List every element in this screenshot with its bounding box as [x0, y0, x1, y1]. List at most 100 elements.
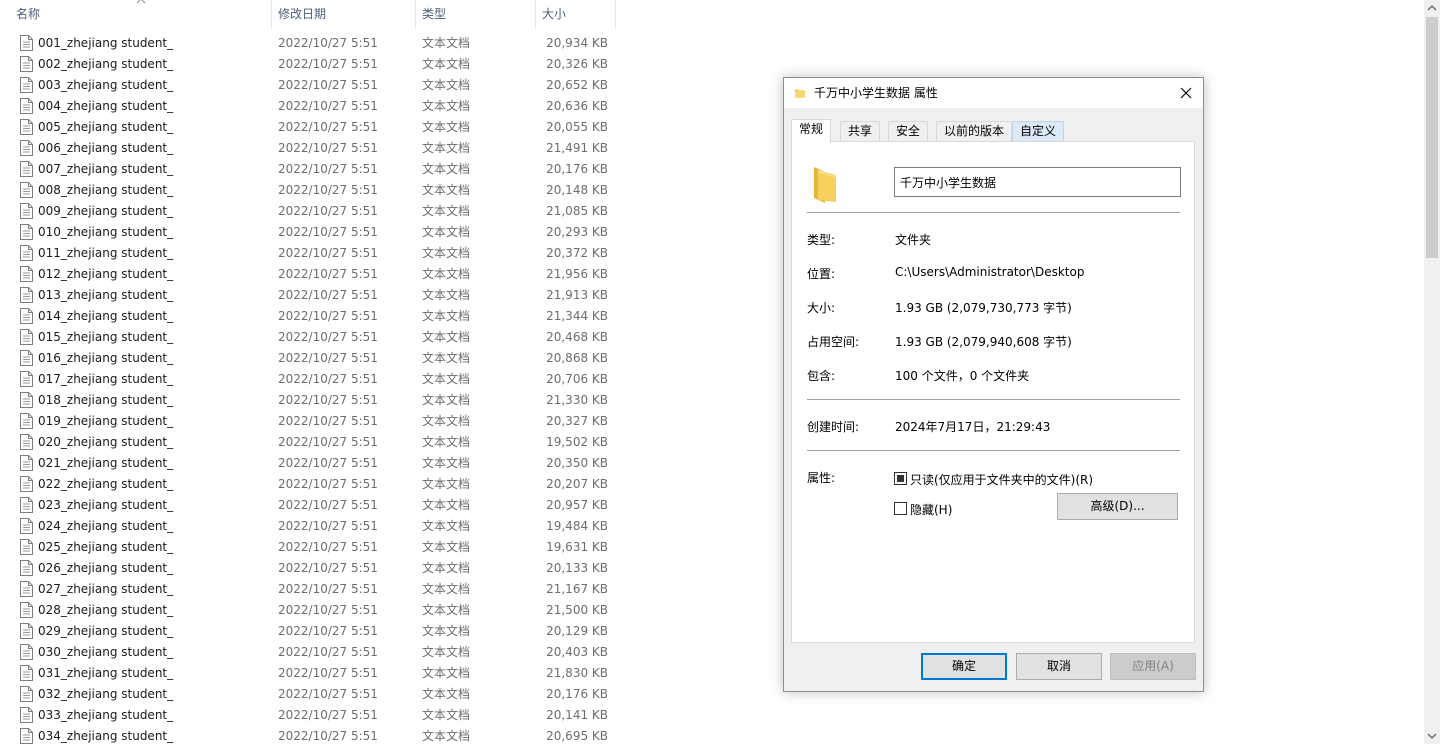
text-file-icon [20, 539, 33, 555]
column-header-type[interactable]: 类型 [416, 0, 535, 28]
file-row[interactable]: 018_zhejiang student_ 2022/10/27 5:51 文本… [0, 390, 616, 411]
file-row[interactable]: 028_zhejiang student_ 2022/10/27 5:51 文本… [0, 600, 616, 621]
file-row[interactable]: 008_zhejiang student_ 2022/10/27 5:51 文本… [0, 180, 616, 201]
file-row[interactable]: 027_zhejiang student_ 2022/10/27 5:51 文本… [0, 579, 616, 600]
file-type: 文本文档 [422, 162, 471, 176]
scroll-down-arrow-icon[interactable] [1424, 727, 1440, 744]
file-type: 文本文档 [422, 309, 471, 323]
tab-security[interactable]: 安全 [888, 121, 929, 142]
file-type: 文本文档 [422, 561, 471, 575]
file-size: 21,344 KB [546, 309, 608, 323]
file-size: 20,636 KB [546, 99, 608, 113]
created-value: 2024年7月17日，21:29:43 [895, 420, 1051, 434]
file-modified-date: 2022/10/27 5:51 [278, 603, 378, 617]
text-file-icon [20, 371, 33, 387]
file-row[interactable]: 026_zhejiang student_ 2022/10/27 5:51 文本… [0, 558, 616, 579]
created-label: 创建时间: [807, 420, 860, 434]
file-type: 文本文档 [422, 582, 471, 596]
file-type: 文本文档 [422, 57, 471, 71]
file-name: 010_zhejiang student_ [38, 225, 174, 239]
file-row[interactable]: 016_zhejiang student_ 2022/10/27 5:51 文本… [0, 348, 616, 369]
file-row[interactable]: 022_zhejiang student_ 2022/10/27 5:51 文本… [0, 474, 616, 495]
column-header-size[interactable]: 大小 [536, 0, 615, 28]
file-type: 文本文档 [422, 687, 471, 701]
file-row[interactable]: 021_zhejiang student_ 2022/10/27 5:51 文本… [0, 453, 616, 474]
file-row[interactable]: 015_zhejiang student_ 2022/10/27 5:51 文本… [0, 327, 616, 348]
file-row[interactable]: 031_zhejiang student_ 2022/10/27 5:51 文本… [0, 663, 616, 684]
file-row[interactable]: 033_zhejiang student_ 2022/10/27 5:51 文本… [0, 705, 616, 726]
tab-general[interactable]: 常规 [791, 119, 832, 143]
file-row[interactable]: 001_zhejiang student_ 2022/10/27 5:51 文本… [0, 33, 616, 54]
file-row[interactable]: 005_zhejiang student_ 2022/10/27 5:51 文本… [0, 117, 616, 138]
hidden-checkbox[interactable] [894, 502, 907, 515]
file-row[interactable]: 004_zhejiang student_ 2022/10/27 5:51 文本… [0, 96, 616, 117]
tab-customize[interactable]: 自定义 [1012, 121, 1065, 142]
file-row[interactable]: 032_zhejiang student_ 2022/10/27 5:51 文本… [0, 684, 616, 705]
file-row[interactable]: 010_zhejiang student_ 2022/10/27 5:51 文本… [0, 222, 616, 243]
file-modified-date: 2022/10/27 5:51 [278, 456, 378, 470]
advanced-button[interactable]: 高级(D)... [1057, 493, 1178, 520]
file-row[interactable]: 007_zhejiang student_ 2022/10/27 5:51 文本… [0, 159, 616, 180]
general-tab-panel: 类型: 文件夹 位置: C:\Users\Administrator\Deskt… [791, 141, 1195, 643]
file-row[interactable]: 013_zhejiang student_ 2022/10/27 5:51 文本… [0, 285, 616, 306]
text-file-icon [20, 707, 33, 723]
dialog-title: 千万中小学生数据 属性 [814, 86, 938, 100]
file-row[interactable]: 002_zhejiang student_ 2022/10/27 5:51 文本… [0, 54, 616, 75]
file-size: 20,706 KB [546, 372, 608, 386]
column-separator[interactable] [615, 0, 616, 28]
file-modified-date: 2022/10/27 5:51 [278, 288, 378, 302]
file-modified-date: 2022/10/27 5:51 [278, 519, 378, 533]
file-row[interactable]: 019_zhejiang student_ 2022/10/27 5:51 文本… [0, 411, 616, 432]
folder-name-input[interactable] [894, 167, 1181, 197]
readonly-checkbox[interactable] [894, 472, 907, 485]
file-row[interactable]: 006_zhejiang student_ 2022/10/27 5:51 文本… [0, 138, 616, 159]
file-size: 20,133 KB [546, 561, 608, 575]
file-row[interactable]: 029_zhejiang student_ 2022/10/27 5:51 文本… [0, 621, 616, 642]
column-header-date[interactable]: 修改日期 [272, 0, 415, 28]
file-size: 20,403 KB [546, 645, 608, 659]
column-header-name-label: 名称 [16, 7, 41, 21]
hidden-checkbox-label[interactable]: 隐藏(H) [910, 501, 952, 518]
file-name: 027_zhejiang student_ [38, 582, 174, 596]
file-type: 文本文档 [422, 708, 471, 722]
file-row[interactable]: 024_zhejiang student_ 2022/10/27 5:51 文本… [0, 516, 616, 537]
file-modified-date: 2022/10/27 5:51 [278, 225, 378, 239]
scroll-up-arrow-icon[interactable] [1424, 0, 1440, 17]
file-row[interactable]: 025_zhejiang student_ 2022/10/27 5:51 文本… [0, 537, 616, 558]
file-row[interactable]: 011_zhejiang student_ 2022/10/27 5:51 文本… [0, 243, 616, 264]
file-modified-date: 2022/10/27 5:51 [278, 141, 378, 155]
file-modified-date: 2022/10/27 5:51 [278, 435, 378, 449]
divider [807, 399, 1180, 400]
close-button[interactable] [1169, 78, 1203, 108]
file-modified-date: 2022/10/27 5:51 [278, 57, 378, 71]
scrollbar-thumb[interactable] [1426, 17, 1438, 258]
text-file-icon [20, 665, 33, 681]
file-name: 003_zhejiang student_ [38, 78, 174, 92]
apply-button[interactable]: 应用(A) [1110, 653, 1196, 680]
file-row[interactable]: 009_zhejiang student_ 2022/10/27 5:51 文本… [0, 201, 616, 222]
size-label: 大小: [807, 301, 836, 315]
file-size: 19,502 KB [546, 435, 608, 449]
file-row[interactable]: 003_zhejiang student_ 2022/10/27 5:51 文本… [0, 75, 616, 96]
dialog-titlebar[interactable]: 千万中小学生数据 属性 [784, 78, 1203, 108]
cancel-button[interactable]: 取消 [1016, 653, 1102, 680]
file-type: 文本文档 [422, 666, 471, 680]
file-name: 007_zhejiang student_ [38, 162, 174, 176]
file-row[interactable]: 023_zhejiang student_ 2022/10/27 5:51 文本… [0, 495, 616, 516]
file-name: 030_zhejiang student_ [38, 645, 174, 659]
file-type: 文本文档 [422, 624, 471, 638]
file-row[interactable]: 020_zhejiang student_ 2022/10/27 5:51 文本… [0, 432, 616, 453]
vertical-scrollbar[interactable] [1424, 0, 1440, 744]
file-type: 文本文档 [422, 351, 471, 365]
file-modified-date: 2022/10/27 5:51 [278, 351, 378, 365]
file-row[interactable]: 030_zhejiang student_ 2022/10/27 5:51 文本… [0, 642, 616, 663]
ok-button[interactable]: 确定 [921, 653, 1007, 680]
file-row[interactable]: 014_zhejiang student_ 2022/10/27 5:51 文本… [0, 306, 616, 327]
file-row[interactable]: 034_zhejiang student_ 2022/10/27 5:51 文本… [0, 726, 616, 744]
tab-sharing[interactable]: 共享 [840, 121, 881, 142]
readonly-checkbox-label[interactable]: 只读(仅应用于文件夹中的文件)(R) [910, 471, 1093, 488]
file-row[interactable]: 012_zhejiang student_ 2022/10/27 5:51 文本… [0, 264, 616, 285]
file-size: 20,141 KB [546, 708, 608, 722]
tab-previous-versions[interactable]: 以前的版本 [936, 121, 1013, 142]
file-row[interactable]: 017_zhejiang student_ 2022/10/27 5:51 文本… [0, 369, 616, 390]
